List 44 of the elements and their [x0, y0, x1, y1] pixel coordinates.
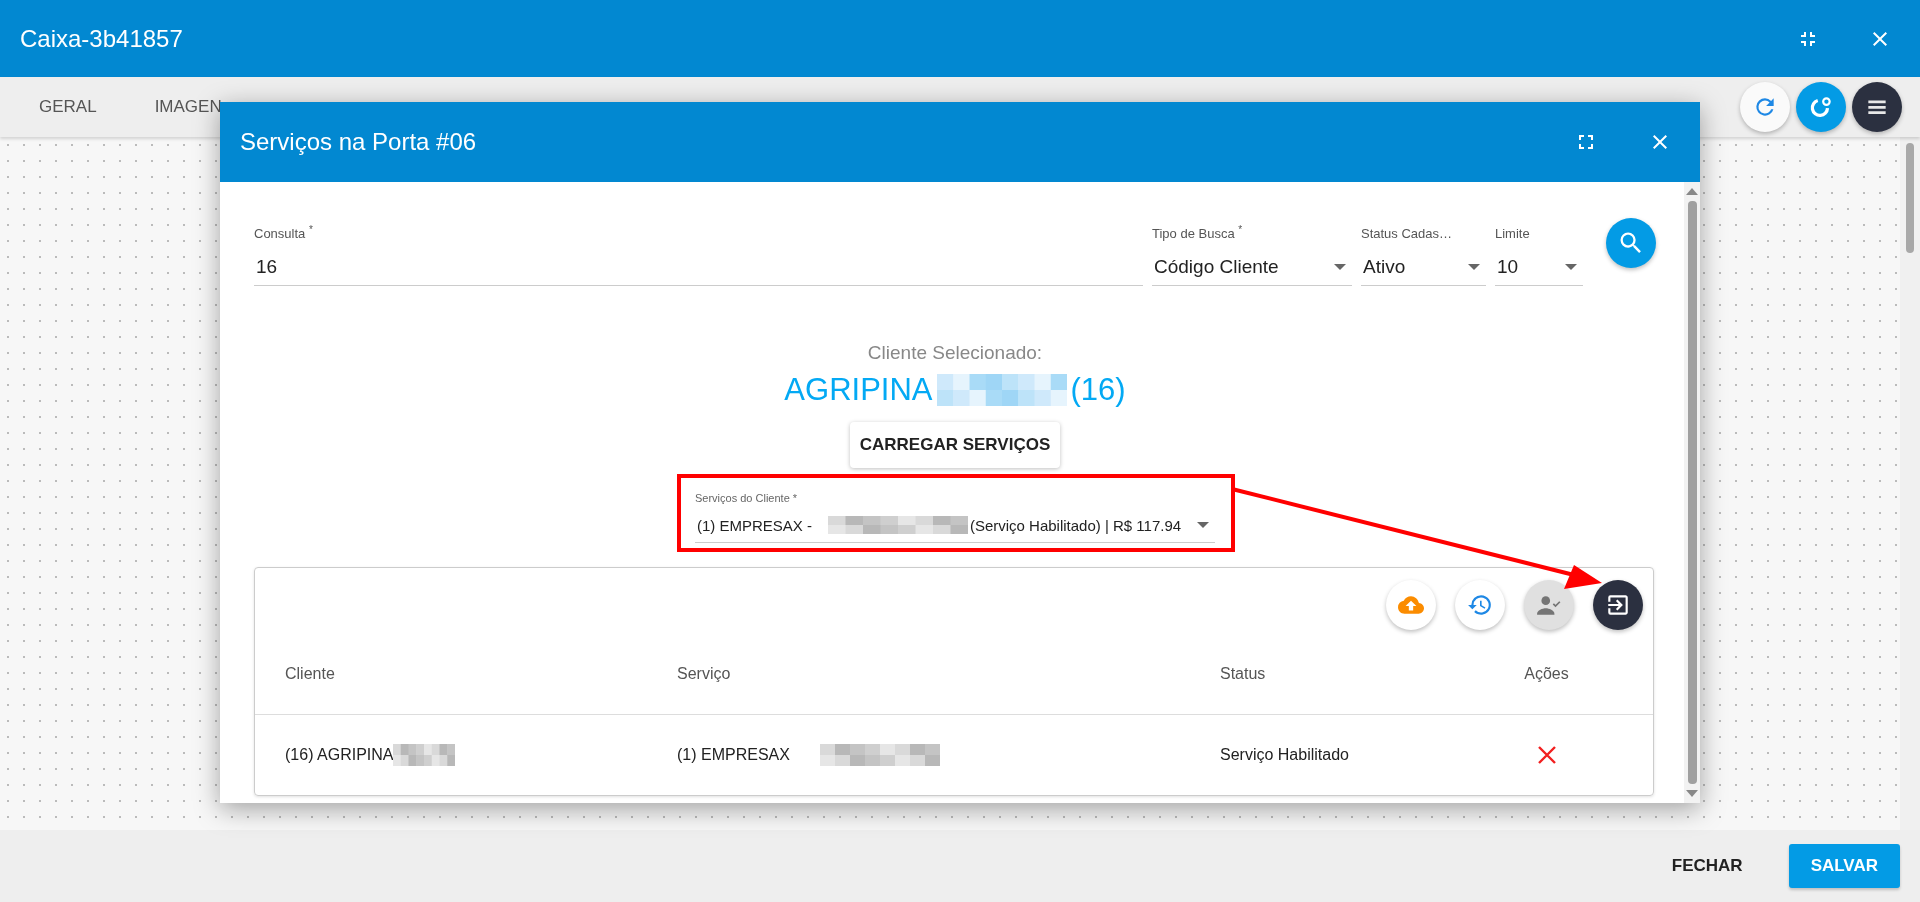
column-header: Cliente: [285, 665, 336, 683]
field-label: Consulta $^{*}$: [254, 223, 314, 241]
scrollbar[interactable]: [1900, 137, 1920, 830]
dropdown-caret-icon: [1565, 263, 1577, 271]
column-header: Ações: [1524, 665, 1569, 683]
enter-button[interactable]: [1593, 580, 1643, 630]
close-button[interactable]: FECHAR: [1649, 844, 1765, 888]
field-label: Limite: [1495, 226, 1531, 241]
field-label: Status Cadas…: [1361, 226, 1454, 241]
upload-button[interactable]: [1386, 580, 1436, 630]
scrollbar[interactable]: [1684, 182, 1700, 803]
select-field[interactable]: 10: [1495, 249, 1583, 286]
client-name: AGRIPINA: [784, 372, 933, 408]
tab[interactable]: GERAL: [10, 77, 126, 137]
enter-icon: [1605, 592, 1631, 618]
table-cell-text: Serviço Habilitado: [1220, 746, 1350, 764]
ring-button[interactable]: [1796, 82, 1846, 132]
dropdown-caret-icon: [1468, 263, 1480, 271]
load-services-button[interactable]: CARREGAR SERVIÇOS: [849, 422, 1061, 468]
table-cell: (1) EMPRESAX: [677, 746, 790, 764]
delete-icon[interactable]: [1536, 745, 1557, 765]
select-field[interactable]: (1) EMPRESAX - (Serviço Habilitado) | R$ 117.94: [695, 508, 1215, 543]
menu-button[interactable]: [1852, 82, 1902, 132]
dropdown-caret-icon: [1334, 263, 1346, 271]
table-cell: (16) AGRIPINA: [285, 746, 394, 764]
window-title: Caixa-3b41857: [20, 24, 184, 53]
input-field[interactable]: 16: [254, 249, 1143, 286]
client-code: (16): [1070, 372, 1126, 408]
dialog-title: Serviços na Porta #06: [240, 128, 478, 156]
person-check-button[interactable]: [1524, 580, 1574, 630]
column-header: Status: [1220, 665, 1267, 683]
search-button[interactable]: [1606, 218, 1656, 268]
column-header: Serviço: [677, 665, 732, 683]
select-field[interactable]: Ativo: [1361, 249, 1486, 286]
history-icon: [1467, 592, 1493, 618]
dropdown-caret-icon: [1197, 521, 1209, 529]
field-label: Tipo de Busca $^{*}$: [1152, 223, 1244, 241]
redaction-blur: [393, 744, 456, 766]
refresh-button[interactable]: [1740, 82, 1790, 132]
field-label: Serviços do Cliente *: [695, 492, 799, 504]
select-field[interactable]: Código Cliente: [1152, 249, 1352, 286]
ring-icon: [1808, 94, 1834, 120]
selected-client-label: Cliente Selecionado:: [867, 342, 1043, 364]
history-button[interactable]: [1455, 580, 1505, 630]
